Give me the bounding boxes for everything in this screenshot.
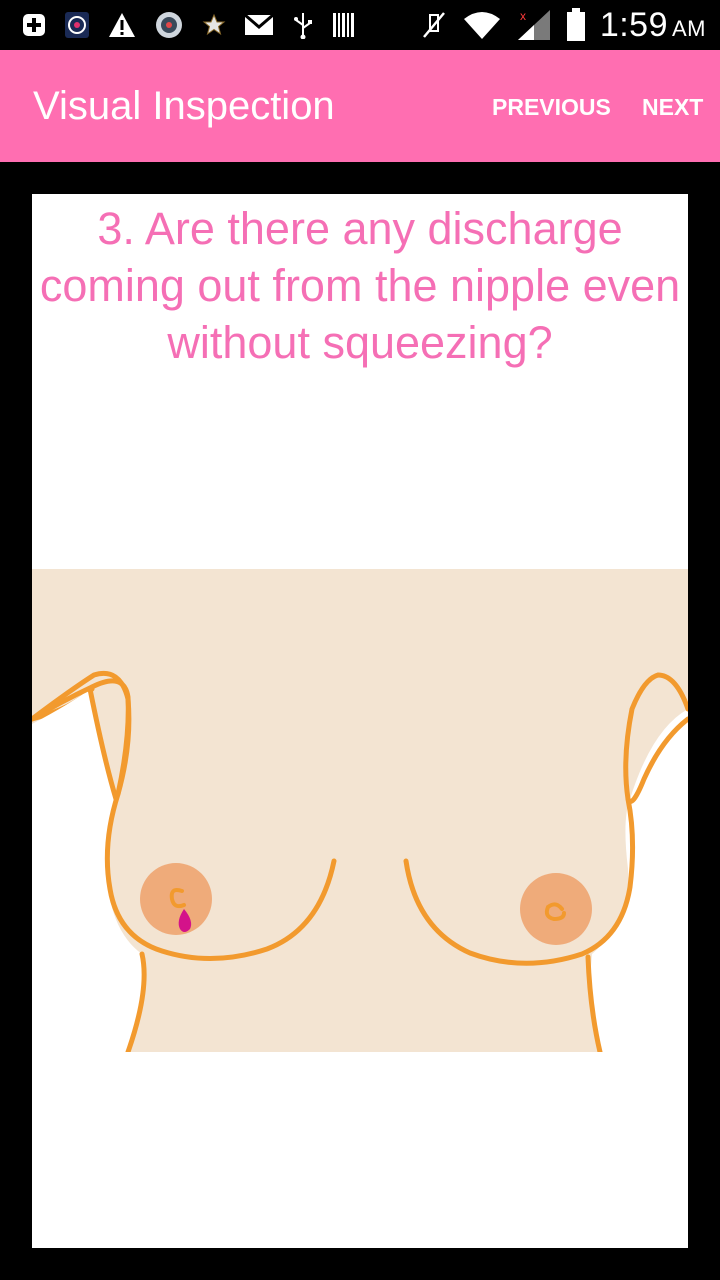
barcode-icon xyxy=(332,11,356,39)
warning-icon xyxy=(108,12,136,38)
status-clock: 1:59 AM xyxy=(600,6,706,45)
signal-icon: x xyxy=(516,8,552,42)
notification-icons xyxy=(22,8,356,42)
wifi-icon xyxy=(462,9,502,41)
plus-icon xyxy=(22,13,46,37)
star-icon xyxy=(202,13,226,37)
status-bar: x 1:59 AM xyxy=(0,0,720,50)
mute-icon xyxy=(420,9,448,41)
right-areola xyxy=(520,873,592,945)
question-text: 3. Are there any discharge coming out fr… xyxy=(39,203,681,368)
next-button[interactable]: NEXT xyxy=(642,94,703,121)
app-icon xyxy=(64,11,90,39)
previous-button[interactable]: PREVIOUS xyxy=(492,94,611,121)
gmail-icon xyxy=(244,14,274,36)
usb-icon xyxy=(292,11,314,39)
breast-illustration xyxy=(32,569,688,1052)
clock-ampm: AM xyxy=(672,15,706,41)
battery-icon xyxy=(566,8,586,42)
page-title: Visual Inspection xyxy=(33,84,335,128)
left-areola xyxy=(140,863,212,935)
question-card: 3. Are there any discharge coming out fr… xyxy=(32,194,688,1248)
clock-time: 1:59 xyxy=(599,5,668,44)
svg-text:x: x xyxy=(520,9,526,23)
app-bar: Visual Inspection PREVIOUS NEXT xyxy=(0,50,720,162)
vpn-icon xyxy=(154,10,184,40)
system-icons: x 1:59 AM xyxy=(420,6,706,44)
